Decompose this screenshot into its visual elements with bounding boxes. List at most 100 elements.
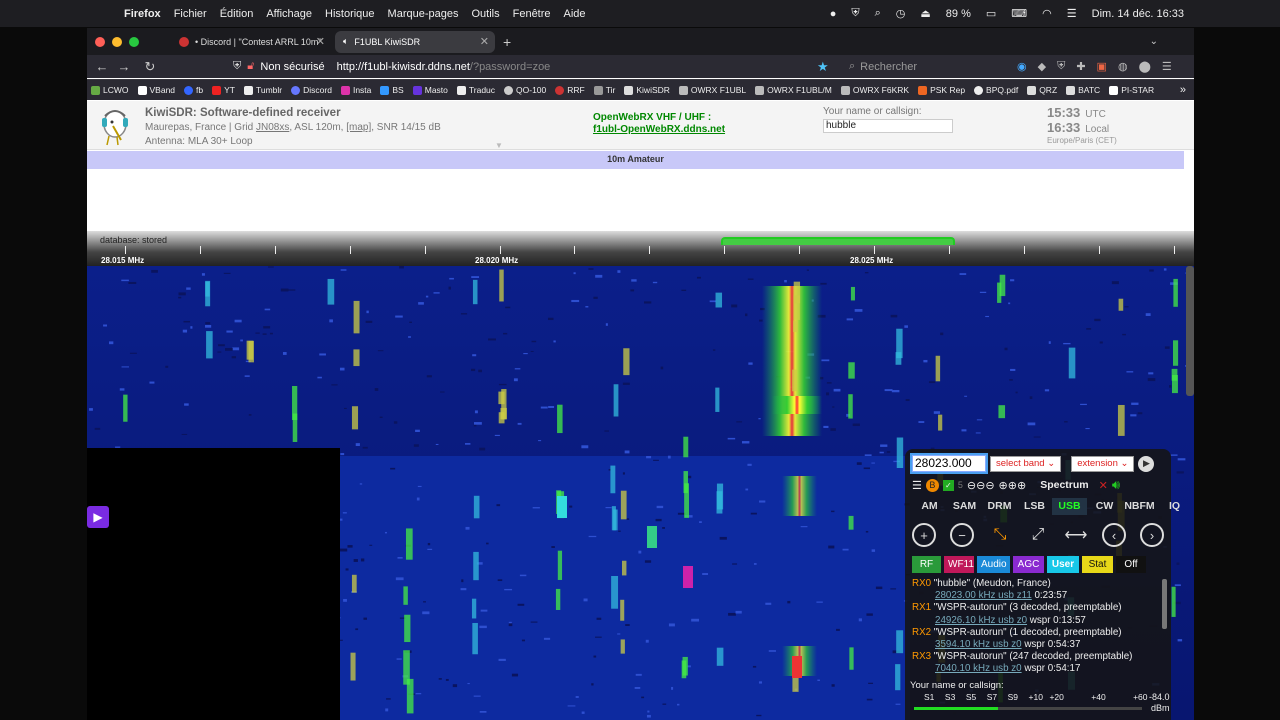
edit-icon[interactable]: ✓ xyxy=(942,479,954,491)
panel-tab-wf11[interactable]: WF11 xyxy=(944,556,974,573)
bookmark-item[interactable]: Insta xyxy=(340,85,371,95)
user-freq-link[interactable]: 3594.10 kHz usb z0 xyxy=(935,639,1022,650)
bookmark-item[interactable]: OWRX F1UBL/M xyxy=(755,85,832,95)
panel-tab-agc[interactable]: AGC xyxy=(1013,556,1044,573)
menu-fenetre[interactable]: Fenêtre xyxy=(513,8,551,20)
step-plus-icon[interactable]: ⊕⊕⊕ xyxy=(999,479,1027,492)
extension-icon[interactable]: ◉ xyxy=(1017,60,1027,73)
mode-am[interactable]: AM xyxy=(912,498,947,515)
back-icon[interactable]: ← xyxy=(91,59,113,74)
menu-icon[interactable]: ☰ xyxy=(912,479,922,492)
bookmark-item[interactable]: BATC xyxy=(1066,85,1100,95)
control-center-icon[interactable]: ☰ xyxy=(1067,7,1077,20)
menu-marque-pages[interactable]: Marque-pages xyxy=(388,8,459,20)
bookmark-item[interactable]: BPQ.pdf xyxy=(974,85,1018,95)
tab-discord[interactable]: • Discord | "Contest ARRL 10m" ✕ xyxy=(171,31,331,53)
hamburger-menu-icon[interactable]: ☰ xyxy=(1162,60,1172,73)
bookmark-star-icon[interactable]: ★ xyxy=(817,59,829,75)
extension-icon[interactable]: ▣ xyxy=(1097,60,1107,73)
bookmark-b-icon[interactable]: B xyxy=(925,478,939,492)
user-freq-link[interactable]: 28023.00 kHz usb z11 xyxy=(935,590,1032,601)
bookmark-item[interactable]: OWRX F1UBL xyxy=(678,85,746,95)
mode-cw[interactable]: CW xyxy=(1087,498,1122,515)
bookmark-item[interactable]: QRZ xyxy=(1027,85,1057,95)
reload-icon[interactable]: ↻ xyxy=(139,59,161,75)
speaker-icon[interactable]: 🔈︎ xyxy=(343,36,348,47)
user-freq-link[interactable]: 7040.10 kHz usb z0 xyxy=(935,663,1022,674)
select-band-dropdown[interactable]: select band ⌄ xyxy=(990,455,1062,472)
mode-nbfm[interactable]: NBFM xyxy=(1122,498,1157,515)
close-tab-icon[interactable]: ✕ xyxy=(316,35,325,48)
zoom-out-icon[interactable]: − xyxy=(950,523,974,547)
tab-list-chevron-icon[interactable]: ⌄ xyxy=(1150,36,1158,47)
zoom-to-band-icon[interactable]: ⤡ xyxy=(988,523,1012,547)
battery-icon[interactable]: ▭ xyxy=(986,7,996,20)
record-icon[interactable]: ● xyxy=(830,8,837,20)
menu-affichage[interactable]: Affichage xyxy=(266,8,312,20)
frequency-input[interactable]: 28023.000 xyxy=(910,453,988,474)
play-icon[interactable]: ▶ xyxy=(87,506,109,528)
mode-drm[interactable]: DRM xyxy=(982,498,1017,515)
zoom-window-button[interactable] xyxy=(129,36,139,47)
grid-link[interactable]: JN08xs xyxy=(256,122,289,133)
bookmarks-overflow-icon[interactable]: » xyxy=(1180,84,1186,96)
panel-tab-rf[interactable]: RF xyxy=(912,556,941,573)
band-bar[interactable]: 10m Amateur xyxy=(87,151,1184,169)
bookmark-item[interactable]: PI-STAR xyxy=(1109,85,1154,95)
close-window-button[interactable] xyxy=(95,36,105,47)
menu-app-name[interactable]: Firefox xyxy=(124,8,161,20)
bookmark-item[interactable]: LCWO xyxy=(91,85,129,95)
panel-tab-off[interactable]: Off xyxy=(1116,556,1146,573)
bookmark-item[interactable]: Discord xyxy=(291,85,332,95)
menu-fichier[interactable]: Fichier xyxy=(174,8,207,20)
menu-historique[interactable]: Historique xyxy=(325,8,375,20)
bookmark-item[interactable]: YT xyxy=(212,85,235,95)
bookmark-item[interactable]: fb xyxy=(184,85,203,95)
user-list-scrollbar[interactable] xyxy=(1162,579,1167,629)
menu-aide[interactable]: Aide xyxy=(564,8,586,20)
bookmark-item[interactable]: RRF xyxy=(555,85,585,95)
new-tab-button[interactable]: + xyxy=(503,34,511,50)
step-minus-icon[interactable]: ⊖⊖⊖ xyxy=(967,479,995,492)
minimize-window-button[interactable] xyxy=(112,36,122,47)
page-right-icon[interactable]: › xyxy=(1140,523,1164,547)
extension-icon[interactable]: ◍ xyxy=(1118,60,1128,73)
panel-tab-stat[interactable]: Stat xyxy=(1082,556,1113,573)
menubar-datetime[interactable]: Dim. 14 déc. 16:33 xyxy=(1092,8,1184,20)
battery-percent[interactable]: 89 % xyxy=(946,8,971,20)
shield-icon[interactable]: ⛨ xyxy=(851,7,859,20)
extensions-puzzle-icon[interactable]: ✚ xyxy=(1076,60,1085,73)
security-label[interactable]: Non sécurisé xyxy=(260,61,324,73)
wifi-icon[interactable]: ◠ xyxy=(1042,7,1052,20)
tab-kiwisdr[interactable]: 🔈︎ F1UBL KiwiSDR ✕ xyxy=(335,30,495,53)
forward-icon[interactable]: → xyxy=(113,59,135,74)
search-icon[interactable]: ⌕ xyxy=(875,7,881,20)
mute-icon[interactable]: ✕ xyxy=(1099,479,1108,492)
close-tab-icon[interactable]: ✕ xyxy=(480,35,489,48)
mode-iq[interactable]: IQ xyxy=(1157,498,1192,515)
zoom-in-icon[interactable]: + xyxy=(912,523,936,547)
bookmark-item[interactable]: Traduc xyxy=(456,85,495,95)
extension-dropdown[interactable]: extension ⌄ xyxy=(1071,455,1135,472)
map-link[interactable]: [map] xyxy=(346,122,371,133)
bookmark-item[interactable]: OWRX F6KRK xyxy=(840,85,909,95)
bookmark-item[interactable]: BS xyxy=(380,85,404,95)
extension-icon[interactable]: ⛨ xyxy=(1057,60,1065,73)
tracking-shield-icon[interactable]: ⛨ xyxy=(233,60,241,73)
eject-icon[interactable]: ⏏ xyxy=(920,7,930,20)
panel-tab-audio[interactable]: Audio xyxy=(977,556,1010,573)
speaker-icon[interactable]: 🔊︎ xyxy=(1112,477,1120,493)
extension-icon[interactable]: ◆ xyxy=(1038,60,1046,73)
zoom-max-icon[interactable]: ⤢ xyxy=(1026,523,1050,547)
menu-edition[interactable]: Édition xyxy=(220,8,254,20)
bookmark-item[interactable]: Masto xyxy=(412,85,448,95)
callsign-input[interactable]: hubble xyxy=(823,119,953,133)
waterfall-scrollbar[interactable] xyxy=(1186,266,1194,396)
page-left-icon[interactable]: ‹ xyxy=(1102,523,1126,547)
spectrum-area[interactable] xyxy=(87,169,1194,231)
keyboard-icon[interactable]: ⌨ xyxy=(1011,7,1027,20)
play-icon[interactable]: ▶ xyxy=(1138,455,1155,472)
search-box[interactable]: ⌕ Rechercher xyxy=(843,57,1001,76)
bookmark-item[interactable]: Tir xyxy=(593,85,615,95)
mode-usb[interactable]: USB xyxy=(1052,498,1087,515)
